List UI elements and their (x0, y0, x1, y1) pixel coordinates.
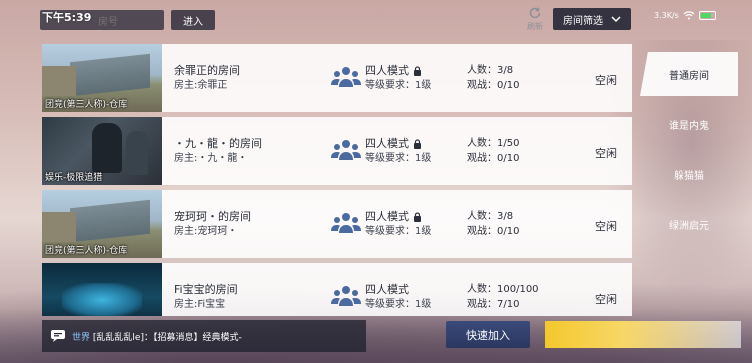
status-time: 下午5:39 (42, 11, 92, 24)
room-row[interactable]: 娱乐-极限追猎 ・九・龍・的房间 房主:・九・龍・ 四人模式 等级要求：1级 人… (42, 117, 632, 185)
player-count: 人数：3/8 (467, 211, 514, 222)
room-name: ・九・龍・的房间 (174, 137, 262, 150)
room-list: 团竞(第三人称)-仓库 余罪正的房间 房主:余罪正 四人模式 等级要求：1级 人… (42, 44, 632, 316)
lock-icon (414, 66, 421, 76)
room-status: 空闲 (595, 147, 617, 160)
refresh-label: 刷新 (527, 22, 543, 31)
room-status: 空闲 (595, 293, 617, 306)
room-filter-dropdown[interactable]: 房间筛选 (553, 8, 631, 30)
team-icon (331, 286, 361, 306)
refresh-button[interactable]: 刷新 (521, 6, 549, 34)
room-status: 空闲 (595, 74, 617, 87)
room-mode: 四人模式 (365, 283, 409, 296)
map-thumbnail: 团竞(第三人称)-仓库 (42, 190, 162, 258)
lock-icon (414, 212, 421, 222)
room-host: 房主:宠珂珂・ (174, 226, 238, 237)
room-row[interactable]: 团竞(第三人称)-仓库 余罪正的房间 房主:余罪正 四人模式 等级要求：1级 人… (42, 44, 632, 112)
tab-oasis[interactable]: 绿洲启元 (640, 202, 738, 246)
enter-room-button[interactable]: 进入 (171, 10, 215, 30)
map-mode-label: 娱乐-极限追猎 (45, 173, 103, 183)
tab-normal-room[interactable]: 普通房间 (640, 52, 738, 96)
lock-icon (414, 139, 421, 149)
tab-who-is-impostor[interactable]: 谁是内鬼 (640, 102, 738, 146)
room-name: 余罪正的房间 (174, 64, 240, 77)
tab-hide-and-seek[interactable]: 躲猫猫 (640, 152, 738, 196)
room-row[interactable]: Fi宝宝的房间 房主:Fi宝宝 四人模式 等级要求：1级 人数：100/100 … (42, 263, 632, 316)
map-mode-label: 团竞(第三人称)-仓库 (45, 246, 128, 256)
chat-channel: 世界 (72, 332, 91, 343)
room-status: 空闲 (595, 220, 617, 233)
top-bar: 下午5:39 进入 刷新 房间筛选 3.3K/s (0, 0, 752, 38)
room-host: 房主:・九・龍・ (174, 153, 248, 164)
room-mode: 四人模式 (365, 210, 409, 223)
room-host: 房主:Fi宝宝 (174, 299, 226, 310)
level-requirement: 等级要求：1级 (365, 80, 432, 91)
chevron-down-icon (611, 15, 621, 22)
map-thumbnail (42, 263, 162, 316)
quick-join-button[interactable]: 快速加入 (446, 321, 530, 348)
wifi-icon (683, 11, 695, 20)
room-mode: 四人模式 (365, 64, 409, 77)
battery-icon (698, 11, 716, 20)
spectator-count: 观战：0/10 (467, 153, 520, 164)
level-requirement: 等级要求：1级 (365, 299, 432, 310)
room-mode: 四人模式 (365, 137, 409, 150)
refresh-icon (529, 7, 541, 19)
spectator-count: 观战：0/10 (467, 80, 520, 91)
room-row[interactable]: 团竞(第三人称)-仓库 宠珂珂・的房间 房主:宠珂珂・ 四人模式 等级要求：1级 (42, 190, 632, 258)
network-speed: 3.3K/s (654, 11, 679, 20)
map-mode-label: 团竞(第三人称)-仓库 (45, 100, 128, 110)
room-host: 房主:余罪正 (174, 80, 228, 91)
chat-bar[interactable]: 世界 [乱乱乱乱le]：【招募消息】经典模式- (42, 320, 366, 352)
map-thumbnail: 娱乐-极限追猎 (42, 117, 162, 185)
level-requirement: 等级要求：1级 (365, 153, 432, 164)
player-count: 人数：1/50 (467, 138, 520, 149)
system-status: 3.3K/s (654, 11, 716, 20)
team-icon (331, 140, 361, 160)
room-name: Fi宝宝的房间 (174, 283, 238, 296)
spectator-count: 观战：7/10 (467, 299, 520, 310)
room-name: 宠珂珂・的房间 (174, 210, 251, 223)
room-filter-label: 房间筛选 (563, 15, 603, 27)
room-type-tabs: 普通房间 谁是内鬼 躲猫猫 绿洲启元 (640, 52, 738, 252)
map-thumbnail: 团竞(第三人称)-仓库 (42, 44, 162, 112)
player-count: 人数：100/100 (467, 284, 539, 295)
chat-message: 世界 [乱乱乱乱le]：【招募消息】经典模式- (72, 330, 242, 343)
chat-bubble-icon (51, 330, 65, 342)
team-icon (331, 213, 361, 233)
spectator-count: 观战：0/10 (467, 226, 520, 237)
create-room-button[interactable] (545, 321, 741, 348)
player-count: 人数：3/8 (467, 65, 514, 76)
chat-content: [乱乱乱乱le]：【招募消息】经典模式- (92, 332, 242, 343)
level-requirement: 等级要求：1级 (365, 226, 432, 237)
team-icon (331, 67, 361, 87)
